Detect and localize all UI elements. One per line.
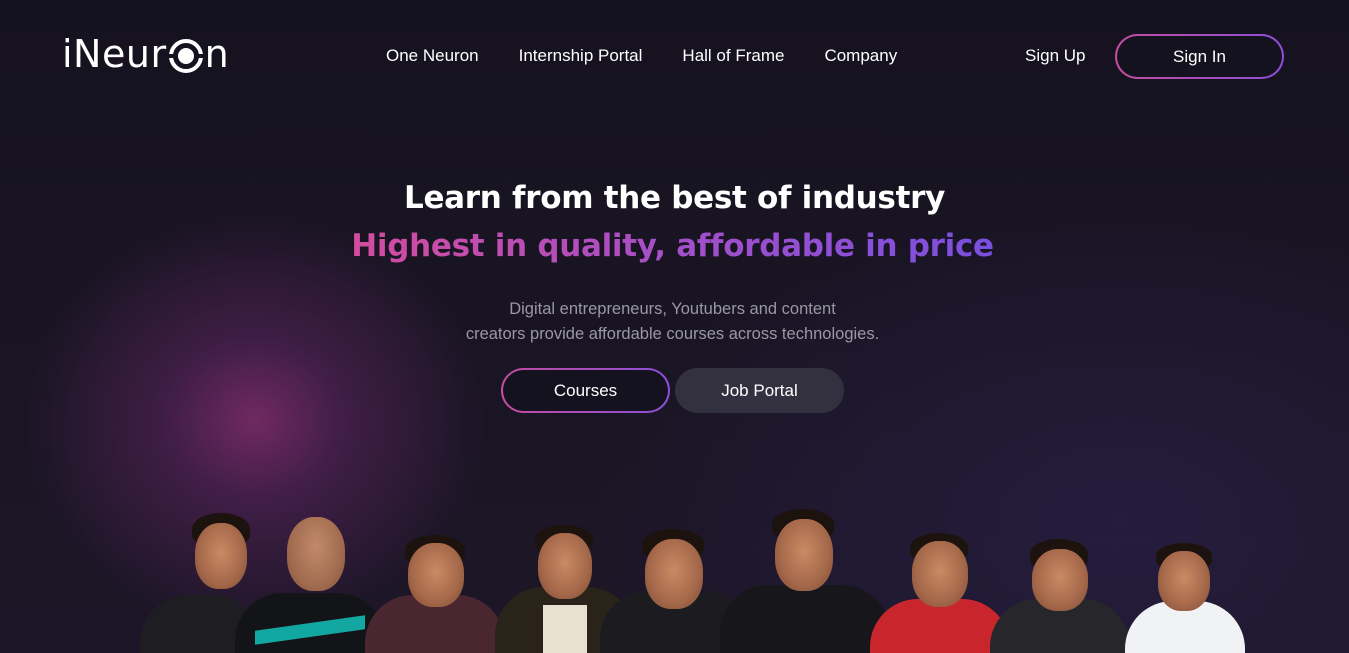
courses-button[interactable]: Courses xyxy=(501,368,670,413)
nav-item-internship-portal[interactable]: Internship Portal xyxy=(519,46,643,66)
logo-o-icon xyxy=(165,39,206,73)
team-member xyxy=(1120,543,1250,653)
hero-description-line2: creators provide affordable courses acro… xyxy=(465,325,880,343)
courses-button-label: Courses xyxy=(503,370,668,411)
logo-text-left: iNeur xyxy=(62,32,167,76)
sign-in-button[interactable]: Sign In xyxy=(1115,34,1284,79)
hero-headline: Learn from the best of industry xyxy=(404,180,945,216)
sign-in-label: Sign In xyxy=(1117,36,1282,77)
team-photo xyxy=(130,505,1260,653)
job-portal-button[interactable]: Job Portal xyxy=(675,368,844,413)
hero-description: Digital entrepreneurs, Youtubers and con… xyxy=(0,297,1345,347)
hero-subheadline-text: Highest in quality, affordable in price xyxy=(351,228,994,264)
main-nav: One Neuron Internship Portal Hall of Fra… xyxy=(386,46,937,66)
team-member xyxy=(235,505,385,653)
sign-up-link[interactable]: Sign Up xyxy=(1025,46,1085,66)
team-member xyxy=(870,533,1010,653)
hero-subheadline: Highest in quality, affordable in price xyxy=(0,228,1345,264)
logo-text-right: n xyxy=(204,32,229,76)
landing-page: iNeur n One Neuron Internship Portal Hal… xyxy=(0,0,1349,653)
team-member xyxy=(990,539,1130,653)
hero-description-line1: Digital entrepreneurs, Youtubers and con… xyxy=(509,300,836,318)
team-member xyxy=(365,535,505,653)
ineuron-logo[interactable]: iNeur n xyxy=(62,30,229,78)
nav-item-hall-of-frame[interactable]: Hall of Frame xyxy=(682,46,784,66)
nav-item-one-neuron[interactable]: One Neuron xyxy=(386,46,479,66)
team-member xyxy=(720,509,890,653)
nav-item-company[interactable]: Company xyxy=(824,46,897,66)
